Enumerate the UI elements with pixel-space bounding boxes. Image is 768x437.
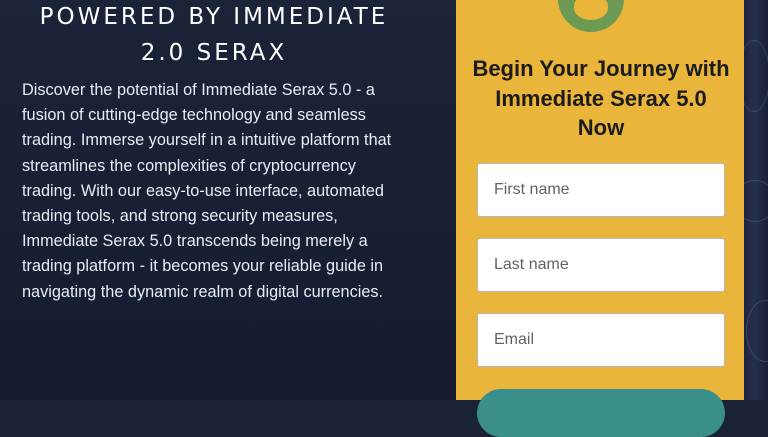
last-name-field[interactable] [477,238,725,292]
signup-form-card: Begin Your Journey with Immediate Serax … [456,0,744,437]
hero-title-line-1: POWERED BY IMMEDIATE [39,4,389,31]
background-decoration [744,0,768,400]
hero-title: POWERED BY IMMEDIATE 2.0 SERAX [0,0,428,71]
hero-title-line-2: 2.0 SERAX [140,40,288,67]
hero-description: Discover the potential of Immediate Sera… [22,81,392,301]
signup-title: Begin Your Journey with Immediate Serax … [472,56,730,140]
first-name-field[interactable] [477,163,725,217]
avatar-face-icon [558,0,624,32]
submit-button[interactable] [477,389,725,437]
email-field[interactable] [477,313,725,367]
